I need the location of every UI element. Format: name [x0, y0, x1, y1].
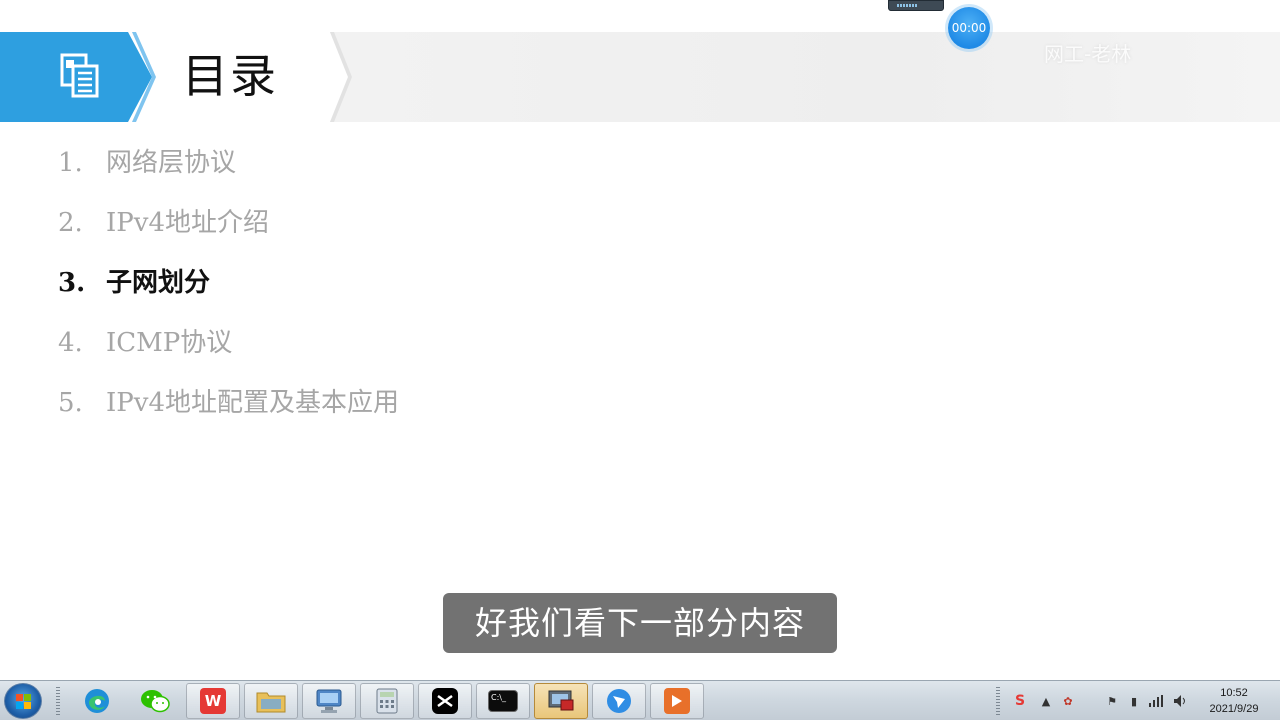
taskbar-edge-browser[interactable]	[70, 683, 124, 719]
taskbar-grip[interactable]	[56, 687, 60, 715]
header-band	[330, 32, 1280, 122]
taskbar-command-prompt[interactable]: C:\_	[476, 683, 530, 719]
action-center-icon[interactable]: ⚑	[1104, 693, 1120, 709]
feishu-icon	[607, 689, 631, 713]
recording-timer[interactable]: 00:00	[948, 7, 990, 49]
volume-icon[interactable]	[1172, 693, 1188, 709]
show-hidden-icons-icon[interactable]: ▲	[1038, 693, 1054, 709]
edge-icon	[85, 689, 109, 713]
clock-date: 2021/9/29	[1209, 703, 1259, 715]
taskbar-wechat[interactable]	[128, 683, 182, 719]
calculator-icon	[376, 688, 398, 714]
agenda-item-number: 3.	[58, 268, 86, 298]
agenda-item-number: 5.	[58, 388, 83, 418]
taskbar-feishu[interactable]	[592, 683, 646, 719]
agenda-item-text: IPv4地址介绍	[106, 208, 269, 238]
agenda-item-text: ICMP协议	[106, 328, 233, 358]
tray-app-icon[interactable]: ✿	[1060, 693, 1076, 709]
clock-time: 10:52	[1220, 687, 1248, 699]
agenda-item-text: IPv4地址配置及基本应用	[106, 388, 399, 418]
agenda-item-active: 3. 子网划分	[58, 262, 210, 304]
watermark-text: 网工-老林	[1044, 42, 1132, 66]
taskbar-wps-office[interactable]: W	[186, 683, 240, 719]
windows-logo-icon	[16, 694, 31, 709]
capcut-icon	[432, 688, 458, 714]
recorder-toolbar[interactable]	[888, 0, 944, 11]
video-subtitle: 好我们看下一部分内容	[443, 593, 837, 653]
power-icon[interactable]: ▮	[1126, 693, 1142, 709]
agenda-item: 2. IPv4地址介绍	[58, 202, 269, 244]
taskbar-capcut[interactable]	[418, 683, 472, 719]
tray-grip[interactable]	[996, 687, 1000, 715]
document-icon	[60, 53, 99, 98]
taskbar-file-explorer[interactable]	[244, 683, 298, 719]
signal-icon[interactable]	[1148, 693, 1164, 709]
agenda-item: 4. ICMP协议	[58, 322, 232, 364]
agenda-item-text: 网络层协议	[106, 148, 237, 178]
system-clock[interactable]: 10:52 2021/9/29	[1196, 685, 1272, 717]
taskbar-remote-desktop[interactable]	[534, 683, 588, 719]
taskbar-powerpoint-player[interactable]	[650, 683, 704, 719]
recorder-level-indicator	[897, 4, 917, 7]
agenda-item: 5. IPv4地址配置及基本应用	[58, 382, 399, 424]
agenda-item-number: 2.	[58, 208, 83, 238]
taskbar: W C:\_ S ▲ ✿ ⚑ ▮ 10:52 2021/9/29	[0, 680, 1280, 720]
wechat-icon	[141, 690, 170, 713]
wps-icon: W	[200, 688, 226, 714]
folder-icon	[256, 692, 286, 713]
network-icon	[316, 689, 342, 713]
taskbar-calculator[interactable]	[360, 683, 414, 719]
remote-desktop-icon	[548, 690, 574, 711]
taskbar-network-settings[interactable]	[302, 683, 356, 719]
slide-title: 目录	[182, 49, 278, 103]
agenda-item-number: 1.	[58, 148, 83, 178]
terminal-icon: C:\_	[488, 690, 518, 712]
agenda-item-number: 4.	[58, 328, 83, 358]
sogou-input-icon[interactable]: S	[1012, 693, 1028, 709]
play-icon	[664, 688, 690, 714]
agenda-item: 1. 网络层协议	[58, 142, 236, 184]
start-button[interactable]	[4, 683, 42, 719]
agenda-item-text: 子网划分	[106, 268, 211, 298]
